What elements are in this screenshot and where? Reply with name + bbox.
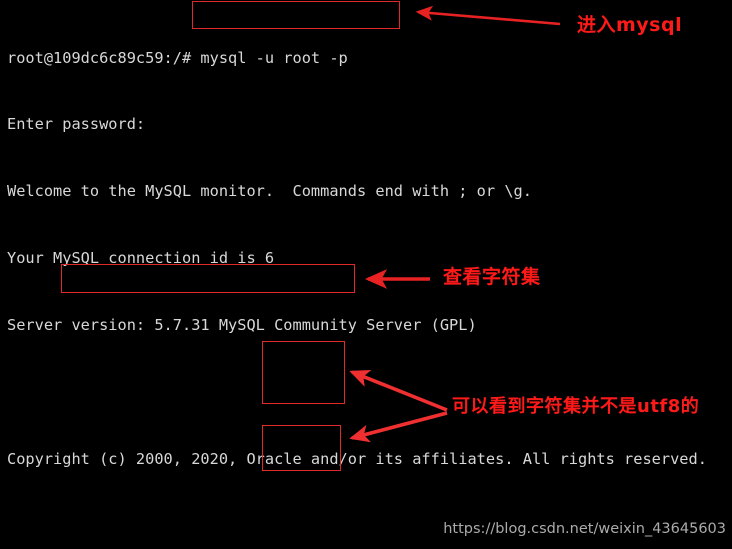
annotation-charset-not-utf8: 可以看到字符集并不是utf8的 <box>452 396 700 417</box>
terminal-line-server-version: Server version: 5.7.31 MySQL Community S… <box>7 316 477 335</box>
annotation-view-charset: 查看字符集 <box>443 266 541 288</box>
terminal-line-password: Enter password: <box>7 115 146 134</box>
terminal-output[interactable]: root@109dc6c89c59:/# mysql -u root -p En… <box>7 2 732 549</box>
annotation-enter-mysql: 进入mysql <box>577 14 683 36</box>
terminal-window: root@109dc6c89c59:/# mysql -u root -p En… <box>0 0 732 549</box>
terminal-line-welcome: Welcome to the MySQL monitor. Commands e… <box>7 182 532 201</box>
terminal-line-prompt-login: root@109dc6c89c59:/# mysql -u root -p <box>7 48 348 67</box>
terminal-line-copyright: Copyright (c) 2000, 2020, Oracle and/or … <box>7 449 707 468</box>
terminal-line-connection-id: Your MySQL connection id is 6 <box>7 249 275 268</box>
watermark-url: https://blog.csdn.net/weixin_43645603 <box>443 521 726 537</box>
